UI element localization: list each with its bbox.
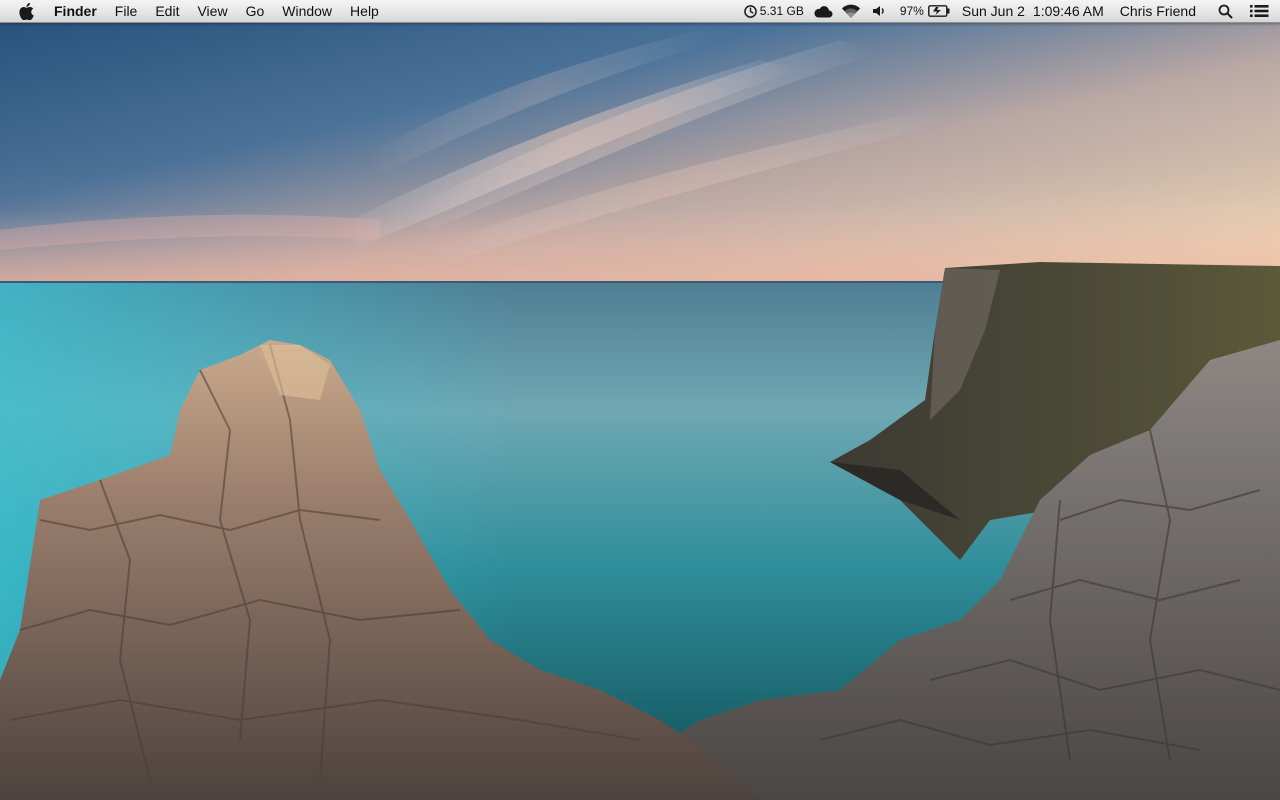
notification-center-button[interactable] — [1248, 0, 1270, 22]
apple-menu-button[interactable] — [6, 0, 46, 22]
menu-edit[interactable]: Edit — [146, 0, 188, 22]
spotlight-button[interactable] — [1216, 0, 1234, 22]
menu-bar-left: Finder File Edit View Go Window Help — [0, 0, 388, 22]
fast-user-switching-menu[interactable]: Chris Friend — [1120, 0, 1196, 22]
battery-status[interactable]: 97% — [900, 0, 950, 22]
cloud-icon — [814, 5, 833, 18]
menu-view[interactable]: View — [188, 0, 236, 22]
disk-space-label: 5.31 GB — [759, 4, 804, 18]
menu-bar: Finder File Edit View Go Window Help 5.3… — [0, 0, 1280, 23]
volume-status[interactable] — [870, 0, 888, 22]
app-menu-finder[interactable]: Finder — [46, 0, 106, 22]
battery-charging-icon — [927, 5, 950, 17]
time-label: 1:09:46 AM — [1032, 3, 1104, 19]
menu-file[interactable]: File — [106, 0, 147, 22]
clock-disk-icon — [743, 4, 757, 18]
menu-help[interactable]: Help — [341, 0, 388, 22]
search-icon — [1218, 4, 1232, 18]
menu-window[interactable]: Window — [273, 0, 341, 22]
battery-percent: 97% — [899, 4, 924, 18]
menu-bar-status-area: 5.31 GB 97% Sun Jun 2 1:09:46 AM Chris F… — [743, 0, 1280, 22]
disk-space-status[interactable]: 5.31 GB — [743, 0, 804, 22]
apple-logo-icon — [18, 2, 34, 20]
menu-go[interactable]: Go — [237, 0, 274, 22]
desktop[interactable]: Finder File Edit View Go Window Help 5.3… — [0, 0, 1280, 800]
clock[interactable]: Sun Jun 2 1:09:46 AM — [962, 0, 1104, 22]
wifi-icon — [841, 4, 860, 18]
speaker-icon — [872, 6, 884, 16]
wifi-status[interactable] — [840, 0, 862, 22]
date-label: Sun Jun 2 — [961, 3, 1025, 19]
cloud-status[interactable] — [812, 0, 834, 22]
list-icon — [1249, 5, 1268, 17]
desktop-wallpaper — [0, 0, 1280, 800]
